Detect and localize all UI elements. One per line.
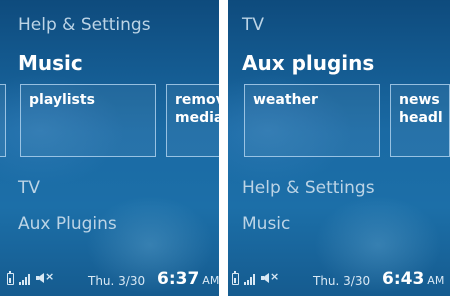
menu-item-help-settings[interactable]: Help & Settings (18, 15, 151, 35)
screen-aux-plugins: TV Aux plugins weather news headl Help &… (228, 0, 450, 296)
screen-music: Help & Settings Music playlists remove m… (0, 0, 219, 296)
battery-icon (232, 271, 239, 285)
tile-playlists[interactable]: playlists (20, 84, 156, 157)
menu-item-music[interactable]: Music (242, 214, 290, 234)
status-bar: × Thu. 3/30 6:37 AM (0, 268, 219, 290)
tile-news-headlines[interactable]: news headl (390, 84, 450, 157)
status-date: Thu. 3/30 (88, 274, 146, 288)
selected-menu-title: Music (18, 51, 83, 75)
status-clock: 6:37 AM (157, 269, 219, 289)
menu-item-tv[interactable]: TV (242, 15, 264, 35)
tile-remove-media[interactable]: remove media (166, 84, 219, 157)
battery-icon (7, 271, 14, 285)
status-time: 6:43 (382, 269, 425, 289)
status-bar: × Thu. 3/30 6:43 AM (228, 268, 450, 290)
screenshot-divider (219, 0, 228, 296)
selected-menu-title: Aux plugins (242, 51, 375, 75)
signal-icon (19, 274, 31, 285)
mute-icon: × (261, 270, 280, 285)
menu-item-help-settings[interactable]: Help & Settings (242, 178, 375, 198)
menu-item-tv[interactable]: TV (18, 178, 40, 198)
status-clock: 6:43 AM (382, 269, 444, 289)
status-time: 6:37 (157, 269, 200, 289)
menu-item-aux-plugins[interactable]: Aux Plugins (18, 214, 117, 234)
tile-weather[interactable]: weather (244, 84, 380, 157)
status-date: Thu. 3/30 (313, 274, 371, 288)
status-ampm: AM (202, 274, 219, 287)
status-ampm: AM (427, 274, 445, 287)
signal-icon (244, 274, 256, 285)
tile-previous[interactable] (0, 84, 6, 157)
mute-icon: × (36, 270, 55, 285)
